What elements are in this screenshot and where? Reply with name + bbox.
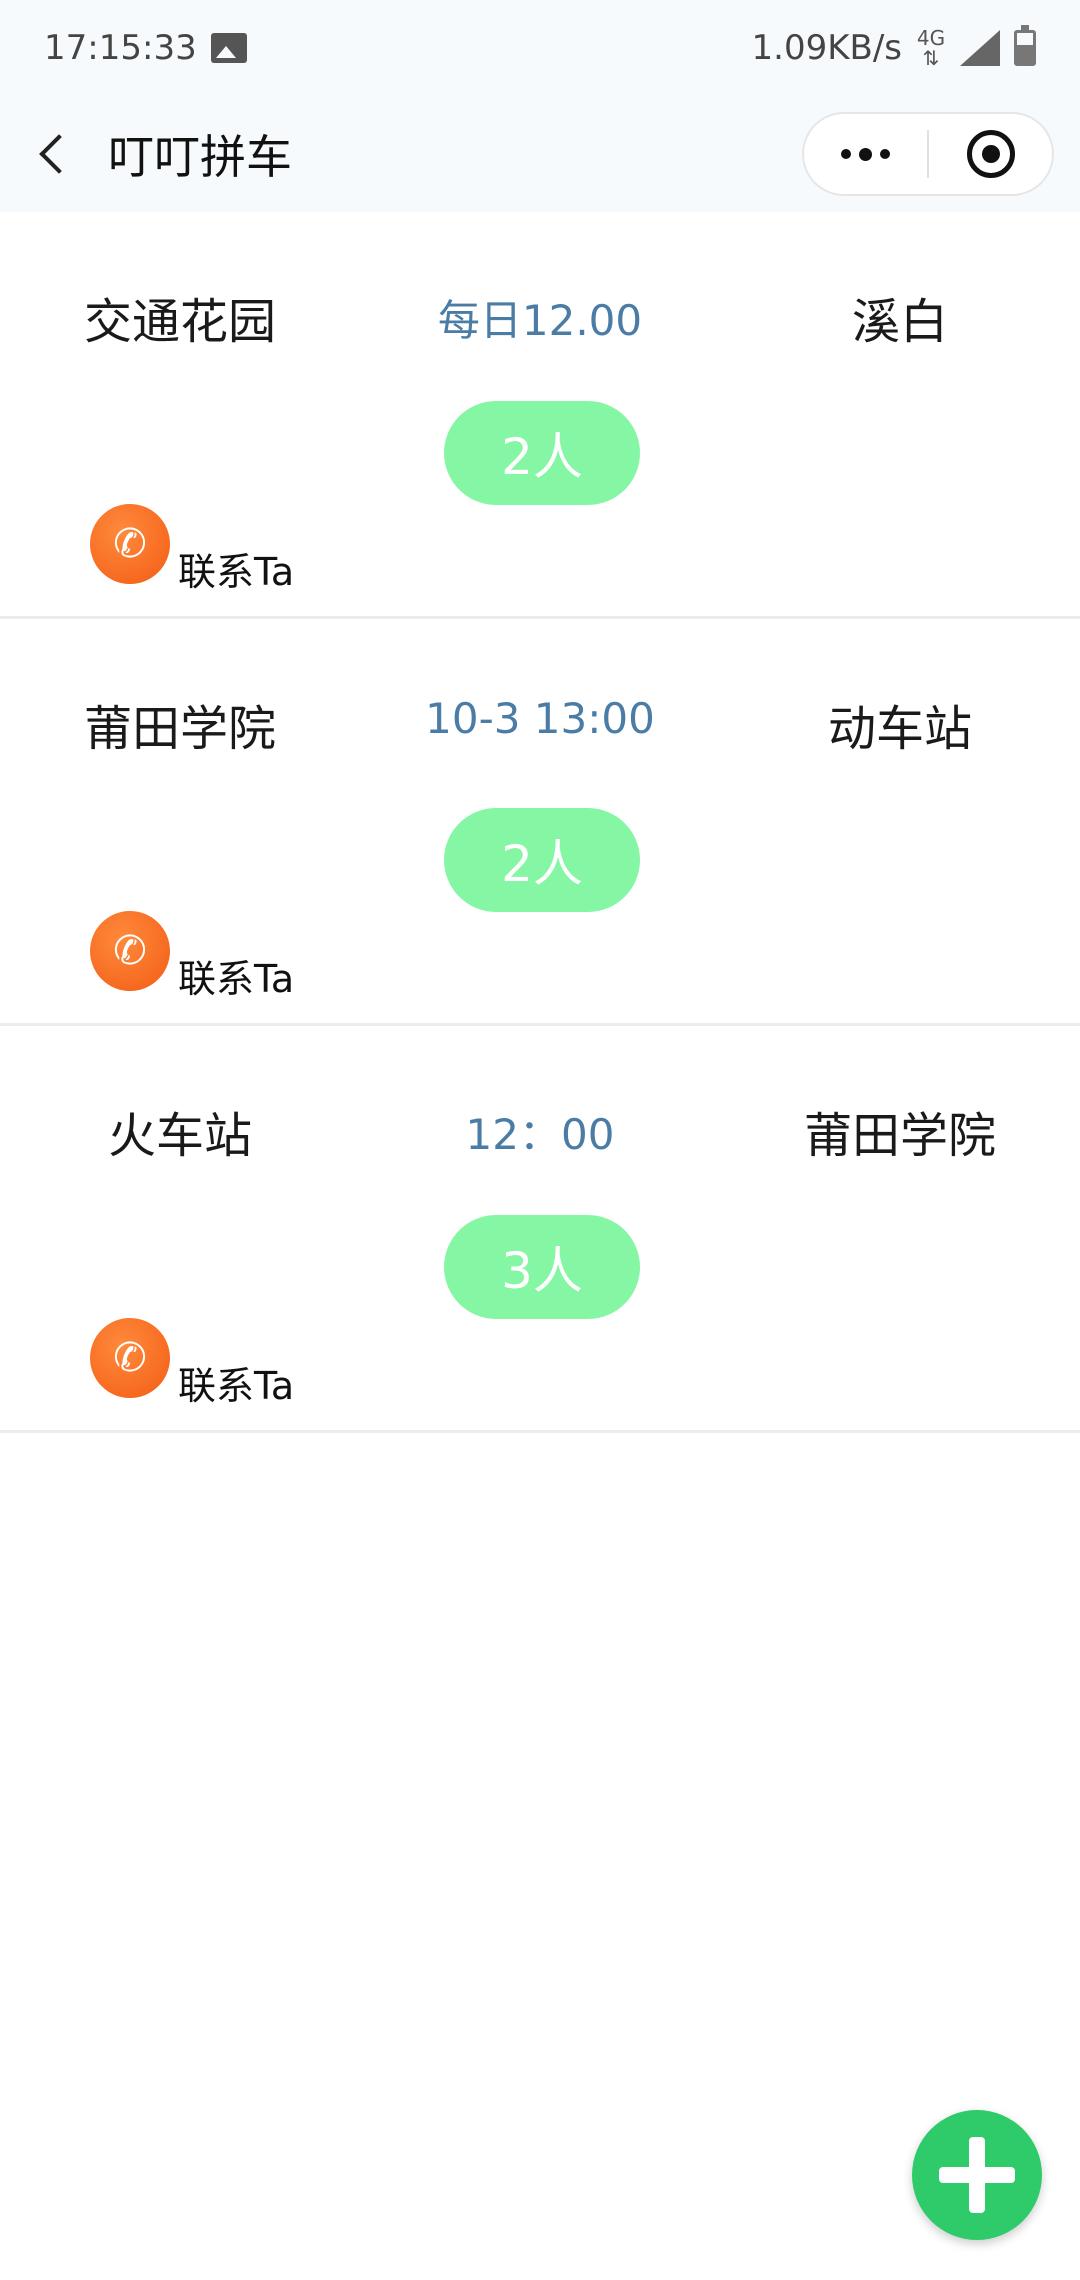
close-button[interactable] bbox=[929, 114, 1052, 194]
status-right: 1.09KB/s 4G ⇅ bbox=[751, 25, 1036, 70]
gallery-icon bbox=[210, 33, 247, 63]
network-type: 4G bbox=[916, 26, 946, 50]
network-arrows-icon: 4G ⇅ bbox=[916, 26, 946, 70]
passenger-count-badge: 2人 bbox=[444, 808, 640, 912]
ring-center bbox=[981, 145, 1000, 163]
more-dots-icon bbox=[841, 149, 851, 159]
contact-button[interactable]: ✆ 联系Ta bbox=[90, 504, 294, 594]
ride-time: 每日12.00 bbox=[437, 296, 643, 345]
battery-icon bbox=[1014, 25, 1036, 66]
signal-icon bbox=[960, 30, 1000, 66]
page-title: 叮叮拼车 bbox=[108, 130, 292, 184]
target-circle-icon bbox=[966, 130, 1015, 178]
plus-icon-stroke bbox=[969, 2137, 985, 2213]
add-ride-button[interactable] bbox=[912, 2110, 1042, 2240]
back-button[interactable] bbox=[4, 96, 104, 212]
status-bar: 17:15:33 1.09KB/s 4G ⇅ bbox=[0, 0, 1080, 96]
ride-card[interactable]: 交通花园 每日12.00 溪白 2人 ✆ 联系Ta bbox=[0, 212, 1080, 619]
phone-icon: ✆ bbox=[90, 504, 170, 584]
ride-destination: 动车站 bbox=[827, 701, 972, 757]
passenger-count-badge: 2人 bbox=[444, 401, 640, 505]
ride-destination: 溪白 bbox=[851, 294, 948, 350]
ride-card[interactable]: 火车站 12：00 莆田学院 3人 ✆ 联系Ta bbox=[0, 1026, 1080, 1433]
ride-time: 12：00 bbox=[465, 1110, 615, 1159]
more-button[interactable] bbox=[804, 114, 927, 194]
ride-time: 10-3 13:00 bbox=[425, 694, 655, 743]
phone-icon: ✆ bbox=[90, 1318, 170, 1398]
ride-card[interactable]: 莆田学院 10-3 13:00 动车站 2人 ✆ 联系Ta bbox=[0, 619, 1080, 1026]
contact-label: 联系Ta bbox=[178, 1364, 295, 1408]
phone-icon: ✆ bbox=[90, 911, 170, 991]
status-left: 17:15:33 bbox=[44, 28, 247, 68]
ride-list: 交通花园 每日12.00 溪白 2人 ✆ 联系Ta 莆田学院 10-3 13:0… bbox=[0, 212, 1080, 1433]
more-dot bbox=[880, 149, 890, 159]
ride-origin: 交通花园 bbox=[83, 294, 276, 350]
ride-destination: 莆田学院 bbox=[803, 1108, 996, 1164]
status-time: 17:15:33 bbox=[44, 28, 197, 68]
contact-button[interactable]: ✆ 联系Ta bbox=[90, 1318, 294, 1408]
network-speed: 1.09KB/s bbox=[751, 28, 903, 68]
more-dot bbox=[859, 147, 872, 161]
contact-label: 联系Ta bbox=[178, 957, 295, 1001]
miniprogram-capsule bbox=[802, 112, 1054, 196]
ride-origin: 火车站 bbox=[107, 1108, 252, 1164]
ride-origin: 莆田学院 bbox=[83, 701, 276, 757]
contact-button[interactable]: ✆ 联系Ta bbox=[90, 911, 294, 1001]
passenger-count-badge: 3人 bbox=[444, 1215, 640, 1319]
chevron-left-icon bbox=[39, 134, 79, 174]
nav-bar: 叮叮拼车 bbox=[0, 96, 1080, 212]
contact-label: 联系Ta bbox=[178, 550, 295, 594]
